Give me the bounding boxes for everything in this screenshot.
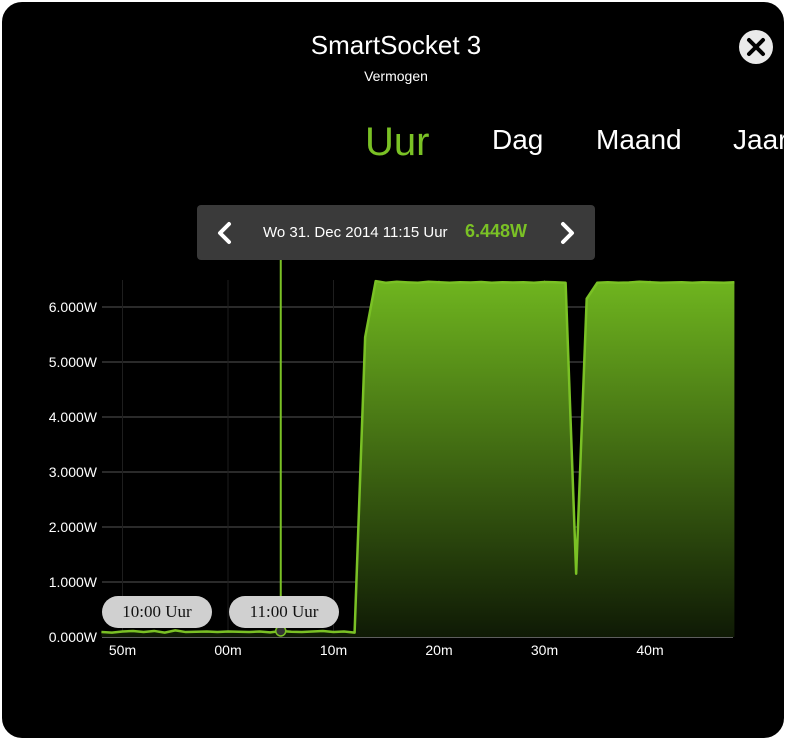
hour-label-11[interactable]: 11:00 Uur <box>229 596 339 628</box>
y-tick-label: 0.000W <box>49 629 98 645</box>
y-tick-label: 6.000W <box>49 299 98 315</box>
y-tick-label: 3.000W <box>49 464 98 480</box>
x-tick-label: 40m <box>636 642 663 658</box>
tooltip-value: 6.448W <box>465 221 528 241</box>
tooltip-date: Wo 31. Dec 2014 11:15 Uur <box>263 224 448 241</box>
next-point-button[interactable] <box>555 220 579 246</box>
chevron-right-icon <box>561 222 574 244</box>
area-fill <box>101 281 735 637</box>
previous-point-button[interactable] <box>213 220 237 246</box>
hour-label-10[interactable]: 10:00 Uur <box>102 596 212 628</box>
y-tick-label: 5.000W <box>49 354 98 370</box>
x-tick-label: 50m <box>109 642 136 658</box>
x-tick-label: 20m <box>425 642 452 658</box>
y-tick-label: 1.000W <box>49 574 98 590</box>
smartsocket-dialog: SmartSocket 3 Vermogen Uur Dag Maand Jaa… <box>0 0 786 740</box>
x-tick-label: 00m <box>214 642 241 658</box>
x-tick-label: 10m <box>320 642 347 658</box>
chevron-left-icon <box>218 222 231 244</box>
x-tick-label: 30m <box>531 642 558 658</box>
y-tick-label: 4.000W <box>49 409 98 425</box>
value-tooltip: Wo 31. Dec 2014 11:15 Uur 6.448W <box>197 205 595 260</box>
y-tick-label: 2.000W <box>49 519 98 535</box>
